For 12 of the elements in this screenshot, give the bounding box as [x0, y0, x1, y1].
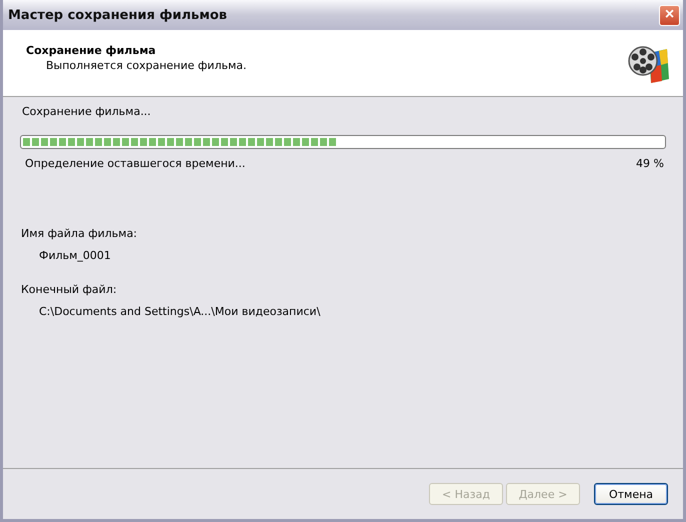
progress-percent: 49 % — [636, 157, 664, 170]
field-value: C:\Documents and Settings\A...\Мои видеозаписи\ — [39, 305, 322, 318]
progress-caption: Определение оставшегося времени... — [25, 157, 246, 170]
wizard-button[interactable]: Отмена — [594, 483, 668, 505]
page-title: Сохранение фильма — [26, 44, 157, 57]
field-label: Имя файла фильма: — [21, 227, 138, 240]
status-text: Сохранение фильма... — [22, 105, 152, 118]
field-label: Конечный файл: — [21, 283, 118, 296]
page-subtitle: Выполняется сохранение фильма. — [45, 59, 247, 72]
window-title: Мастер сохранения фильмов — [8, 8, 227, 22]
close-button[interactable]: × — [659, 4, 680, 26]
field-value: Фильм_0001 — [39, 249, 112, 262]
